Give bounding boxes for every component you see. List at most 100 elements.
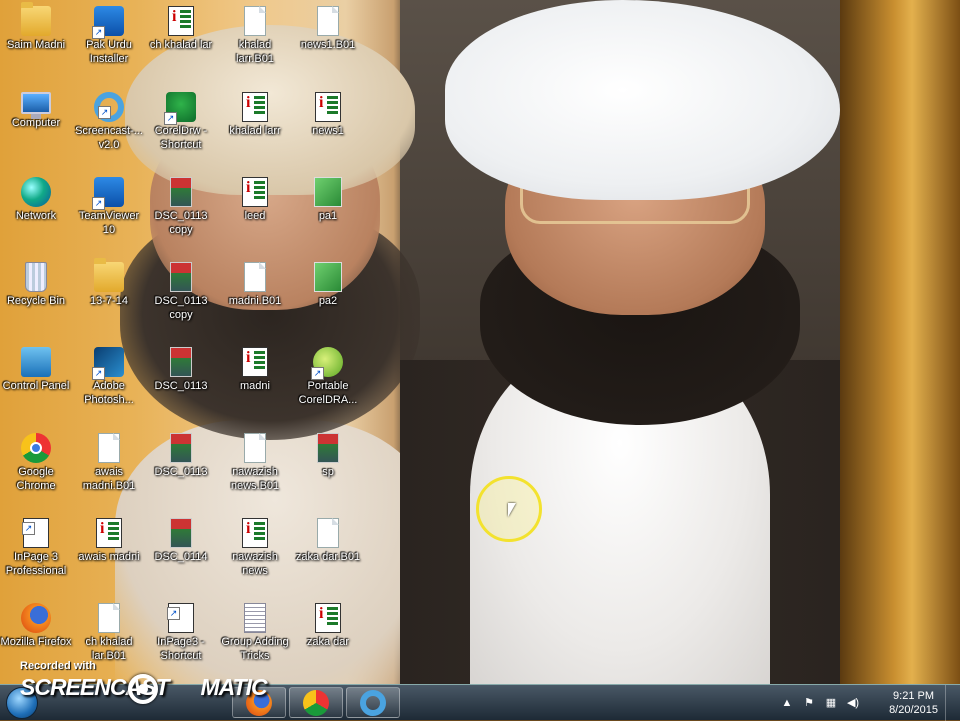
show-desktop-button[interactable]: [945, 685, 960, 721]
taskbar-screencast-button[interactable]: [346, 687, 400, 718]
mouse-pointer-icon: [508, 503, 516, 517]
desktop-icon-label: Portable CorelDRA...: [298, 380, 358, 406]
desktop-icon[interactable]: Recycle Bin: [0, 262, 72, 308]
inpage-app-icon: [22, 518, 49, 548]
screencast-icon: [360, 690, 386, 716]
desktop-icon-label: DSC_0114: [154, 551, 208, 563]
coreldraw-icon: [164, 92, 196, 125]
desktop-icon-label: khalad larr.B01: [236, 39, 274, 65]
desktop-icon[interactable]: leed: [219, 177, 291, 223]
action-center-icon[interactable]: ⚑: [802, 696, 816, 710]
desktop-icon-label: Group Adding Tricks: [221, 636, 289, 662]
desktop-icon[interactable]: TeamViewer 10: [73, 177, 145, 237]
desktop-icon[interactable]: Pak Urdu Installer: [73, 6, 145, 66]
desktop-icon-label: nawazish news: [232, 551, 278, 577]
desktop-icon[interactable]: 13-7-14: [73, 258, 145, 308]
desktop-icon[interactable]: sp: [292, 433, 364, 479]
desktop-icon[interactable]: madni.B01: [219, 262, 291, 308]
photo-icon: [170, 347, 192, 377]
desktop-icon[interactable]: Computer: [0, 92, 72, 130]
desktop-icon[interactable]: awais madni.B01: [73, 433, 145, 493]
desktop-icon[interactable]: madni: [219, 347, 291, 393]
desktop-icon[interactable]: Adobe Photosh...: [73, 347, 145, 407]
desktop-icon[interactable]: DSC_0113: [145, 433, 217, 479]
show-hidden-icons-icon[interactable]: ▲: [780, 696, 794, 710]
screencast-watermark: Recorded with SCREENCAST MATIC: [6, 660, 268, 712]
desktop-icon-label: madni: [240, 380, 270, 392]
desktop-icon[interactable]: Portable CorelDRA...: [292, 347, 364, 407]
desktop-icon-label: khalad larr: [229, 125, 281, 137]
text-file-icon: [244, 603, 266, 633]
network-status-icon[interactable]: ▦: [824, 696, 838, 710]
desktop-icon-label: news1: [312, 125, 344, 137]
desktop-icon[interactable]: Saim Madni: [0, 2, 72, 52]
coreldraw-portable-icon: [311, 347, 343, 380]
folder-icon: [94, 258, 124, 292]
desktop-icon[interactable]: news1: [292, 92, 364, 138]
installer-icon: [92, 6, 124, 39]
desktop-icon[interactable]: pa1: [292, 177, 364, 223]
desktop-icon[interactable]: zaka dar: [292, 603, 364, 649]
desktop-icon[interactable]: DSC_0114: [145, 518, 217, 564]
desktop-icon-label: sp: [322, 466, 334, 478]
watermark-brand-matic: MATIC: [200, 674, 267, 700]
desktop-icon[interactable]: ch khalad lar.B01: [73, 603, 145, 663]
desktop-icon-label: awais madni: [78, 551, 140, 563]
desktop-icon-label: leed: [244, 210, 266, 222]
photo-icon: [170, 177, 192, 207]
desktop-icon-label: pa1: [318, 210, 338, 222]
desktop-icon[interactable]: Control Panel: [0, 347, 72, 393]
desktop-icon[interactable]: InPage3 - Shortcut: [145, 603, 217, 663]
desktop-icon[interactable]: news1.B01: [292, 6, 364, 52]
desktop-icon[interactable]: pa2: [292, 262, 364, 308]
desktop-icon[interactable]: zaka dar.B01: [292, 518, 364, 564]
desktop-icon[interactable]: awais madni: [73, 518, 145, 564]
desktop-icon[interactable]: DSC_0113 copy: [145, 262, 217, 322]
desktop-icon[interactable]: DSC_0113 copy: [145, 177, 217, 237]
file-icon: [244, 6, 266, 36]
wallpaper-frame-edge: [840, 0, 960, 684]
desktop-icon[interactable]: Network: [0, 177, 72, 223]
file-icon: [244, 262, 266, 292]
desktop-icon[interactable]: Group Adding Tricks: [219, 603, 291, 663]
file-icon: [98, 433, 120, 463]
inpage-app-icon: [167, 603, 194, 633]
volume-icon[interactable]: ◀): [846, 696, 860, 710]
desktop-icon-label: DSC_0113 copy: [154, 295, 208, 321]
desktop-icon-label: Mozilla Firefox: [0, 636, 72, 648]
file-icon: [244, 433, 266, 463]
desktop-icon[interactable]: Mozilla Firefox: [0, 603, 72, 649]
inpage-document-icon: [96, 518, 122, 548]
desktop-icon[interactable]: nawazish news.B01: [219, 433, 291, 493]
desktop-icon[interactable]: Screencast-... v2.0: [73, 92, 145, 152]
desktop-icon-label: Google Chrome: [16, 466, 56, 492]
photoshop-icon: [92, 347, 124, 380]
desktop-icon[interactable]: DSC_0113: [145, 347, 217, 393]
system-tray: ▲ ⚑ ▦ ◀) 9:21 PM 8/20/2015: [780, 685, 960, 721]
clock-date: 8/20/2015: [889, 704, 938, 716]
desktop-icon-label: ch khalad lar: [149, 39, 213, 51]
clock[interactable]: 9:21 PM 8/20/2015: [889, 689, 938, 717]
desktop-icon-label: DSC_0113: [154, 380, 208, 392]
file-icon: [317, 518, 339, 548]
inpage-document-icon: [168, 6, 194, 36]
desktop-icon[interactable]: khalad larr: [219, 92, 291, 138]
teamviewer-icon: [92, 177, 124, 210]
desktop-icon-label: nawazish news.B01: [230, 466, 280, 492]
desktop-icon[interactable]: nawazish news: [219, 518, 291, 578]
desktop-icon[interactable]: ch khalad lar: [145, 6, 217, 52]
desktop-icon[interactable]: InPage 3 Professional: [0, 518, 72, 578]
desktop-icon-label: DSC_0113: [154, 466, 208, 478]
firefox-icon: [21, 603, 51, 633]
taskbar-chrome-button[interactable]: [289, 687, 343, 718]
desktop-icon[interactable]: Google Chrome: [0, 433, 72, 493]
chrome-icon: [21, 433, 51, 463]
desktop-icon[interactable]: CorelDrw - Shortcut: [145, 92, 217, 152]
desktop-icon-label: awais madni.B01: [82, 466, 136, 492]
watermark-recorded-with: Recorded with: [20, 660, 96, 672]
desktop-icon-label: zaka dar.B01: [295, 551, 361, 563]
desktop-icon[interactable]: khalad larr.B01: [219, 6, 291, 66]
computer-icon: [21, 92, 51, 119]
desktop-icon-label: 13-7-14: [90, 295, 128, 307]
desktop-icon-label: TeamViewer 10: [78, 210, 140, 236]
